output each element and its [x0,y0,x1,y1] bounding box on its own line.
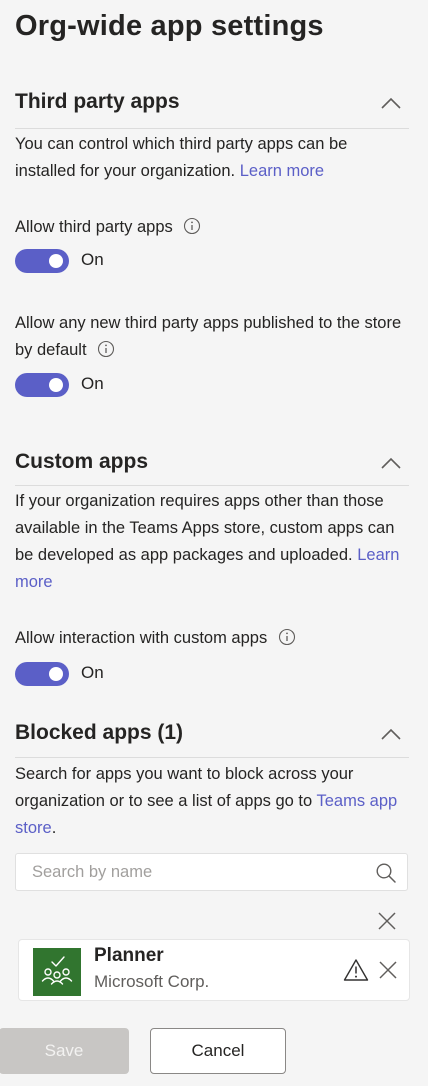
planner-logo-icon [33,948,81,996]
search-input[interactable] [32,854,362,890]
toggle-knob [49,378,63,392]
allow-third-party-apps-toggle-row: On [15,249,215,275]
chevron-up-icon[interactable] [381,96,401,110]
allow-new-third-party-apps-label-text: Allow any new third party apps published… [15,314,402,359]
section-title-blocked-apps: Blocked apps (1) [15,721,184,744]
allow-custom-apps-label: Allow interaction with custom apps [15,625,409,652]
allow-custom-apps-toggle-row: On [15,662,215,688]
info-icon[interactable] [278,628,296,646]
section-divider [15,128,409,129]
third-party-apps-header[interactable]: Third party apps [15,90,409,126]
allow-custom-apps-toggle[interactable] [15,662,69,686]
app-publisher: Microsoft Corp. [94,972,210,991]
section-title-custom-apps: Custom apps [15,450,149,473]
allow-third-party-apps-label: Allow third party apps [15,214,409,241]
blocked-apps-description: Search for apps you want to block across… [15,761,409,842]
toggle-knob [49,667,63,681]
search-box [15,853,408,891]
allow-new-third-party-apps-toggle-row: On [15,373,215,399]
custom-apps-description: If your organization requires apps other… [15,488,409,596]
info-icon[interactable] [183,217,201,235]
custom-apps-header[interactable]: Custom apps [15,450,409,486]
cancel-button[interactable]: Cancel [150,1028,286,1074]
blocked-apps-description-text: Search for apps you want to block across… [15,765,354,810]
close-icon[interactable] [376,910,398,932]
allow-third-party-apps-state: On [81,250,104,269]
blocked-apps-description-end: . [51,819,57,837]
warning-icon [343,959,369,981]
third-party-apps-description: You can control which third party apps c… [15,131,409,185]
blocked-apps-header[interactable]: Blocked apps (1) [15,721,409,757]
toggle-knob [49,254,63,268]
custom-apps-description-text: If your organization requires apps other… [15,492,395,564]
allow-new-third-party-apps-toggle[interactable] [15,373,69,397]
allow-custom-apps-label-text: Allow interaction with custom apps [15,629,268,647]
allow-new-third-party-apps-label: Allow any new third party apps published… [15,310,409,364]
third-party-learn-more-link[interactable]: Learn more [240,162,324,180]
section-divider [15,757,409,758]
allow-third-party-apps-label-text: Allow third party apps [15,218,173,236]
info-icon[interactable] [97,340,115,358]
allow-third-party-apps-toggle[interactable] [15,249,69,273]
chevron-up-icon[interactable] [381,456,401,470]
allow-new-third-party-apps-state: On [81,374,104,393]
blocked-app-item: Planner Microsoft Corp. [18,939,410,1001]
page-title: Org-wide app settings [15,10,324,42]
allow-custom-apps-state: On [81,663,104,682]
save-button[interactable]: Save [0,1028,129,1074]
search-icon[interactable] [375,862,397,884]
chevron-up-icon[interactable] [381,727,401,741]
remove-app-icon[interactable] [377,959,399,981]
section-divider [15,485,409,486]
app-name: Planner [94,945,164,966]
section-title-third-party-apps: Third party apps [15,90,180,113]
